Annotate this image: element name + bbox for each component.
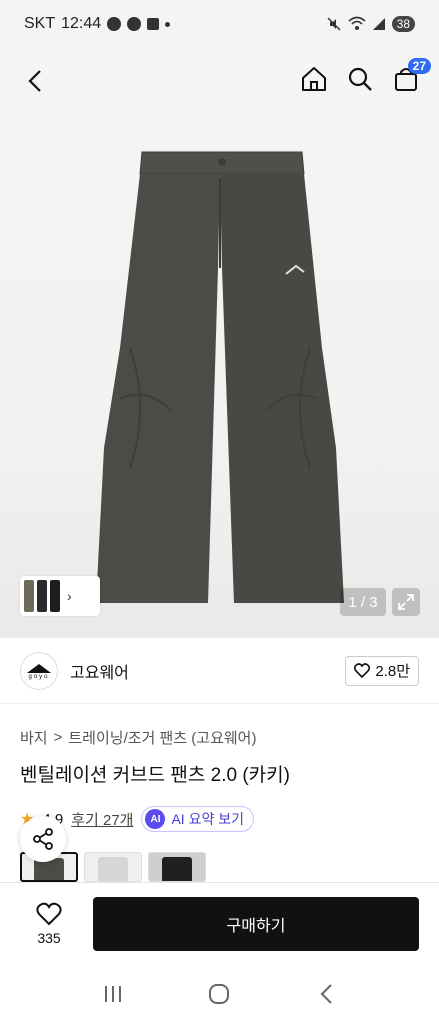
breadcrumb-separator: > [53, 729, 63, 746]
ai-badge-icon: AI [145, 809, 166, 829]
buy-button[interactable]: 구매하기 [93, 896, 419, 951]
notification-icon-3 [147, 18, 160, 30]
back-button[interactable] [20, 66, 50, 96]
heart-icon [354, 663, 371, 678]
header-actions: 27 [299, 58, 431, 94]
thumbnail-strip[interactable]: › [20, 576, 100, 616]
product-like-button[interactable]: 335 [20, 902, 78, 946]
brand-logo-text: goyo [28, 673, 50, 680]
status-bar: SKT 12:44 38 [0, 0, 439, 48]
thumbnail-khaki[interactable] [24, 580, 34, 612]
brand-logo[interactable]: goyo [20, 651, 58, 690]
heart-icon [36, 902, 62, 925]
home-nav-button[interactable] [199, 974, 239, 1014]
chevron-right-icon: › [67, 588, 72, 604]
swatch-pants [98, 857, 128, 881]
breadcrumb-category[interactable]: 바지 [20, 727, 48, 748]
search-icon [348, 67, 372, 91]
status-left: SKT 12:44 [24, 15, 171, 33]
chevron-left-icon [28, 70, 41, 92]
wifi-icon [348, 16, 366, 30]
brand-name[interactable]: 고요웨어 [70, 659, 345, 683]
brand-like-button[interactable]: 2.8만 [345, 655, 419, 686]
breadcrumb-subcategory[interactable]: 트레이닝/조거 팬츠 (고요웨어) [68, 727, 256, 748]
more-notifications-icon [165, 21, 171, 27]
back-chevron-icon [320, 984, 332, 1004]
signal-icon [372, 18, 385, 30]
system-navigation-bar [0, 964, 439, 1024]
expand-icon [398, 594, 414, 610]
home-button[interactable] [299, 64, 329, 94]
swatch-pants [162, 857, 192, 881]
share-button[interactable] [20, 816, 66, 862]
recent-apps-icon [105, 986, 122, 1002]
search-button[interactable] [345, 64, 375, 94]
brand-like-count: 2.8만 [375, 663, 410, 680]
battery-indicator: 38 [391, 16, 415, 32]
product-image-pants [96, 151, 344, 603]
clock: 12:44 [61, 15, 102, 32]
recent-apps-button[interactable] [93, 974, 133, 1014]
ai-summary-button[interactable]: AI AI 요약 보기 [141, 806, 254, 832]
purchase-bar: 335 구매하기 [0, 882, 439, 964]
product-image-gallery[interactable]: 27 › 1 / 3 [0, 48, 439, 638]
cart-button[interactable]: 27 [391, 58, 431, 94]
home-icon [302, 67, 326, 91]
mute-icon [327, 17, 341, 31]
home-circle-icon [209, 984, 230, 1004]
thumbnail-dark[interactable] [37, 580, 47, 612]
breadcrumb: 바지 > 트레이닝/조거 팬츠 (고요웨어) [20, 727, 256, 748]
status-right: 38 [326, 16, 415, 32]
product-title: 벤틸레이션 커브드 팬츠 2.0 (카키) [20, 765, 290, 786]
notification-icon [107, 17, 122, 31]
back-nav-button[interactable] [306, 974, 346, 1014]
color-option-light-gray[interactable] [84, 852, 142, 882]
brand-row[interactable]: goyo 고요웨어 2.8만 [0, 638, 439, 704]
product-like-count: 335 [37, 929, 61, 946]
notification-icon-2 [127, 17, 142, 31]
image-page-counter: 1 / 3 [340, 588, 386, 616]
reviews-link[interactable]: 후기 27개 [71, 809, 133, 830]
color-option-black[interactable] [148, 852, 206, 882]
ai-summary-label: AI 요약 보기 [171, 811, 244, 827]
fullscreen-button[interactable] [392, 588, 420, 616]
share-icon [33, 828, 53, 850]
thumbnail-black[interactable] [50, 580, 60, 612]
cart-count-badge: 27 [407, 58, 431, 74]
carrier-label: SKT [24, 15, 56, 32]
brand-mountain-icon [27, 663, 51, 673]
